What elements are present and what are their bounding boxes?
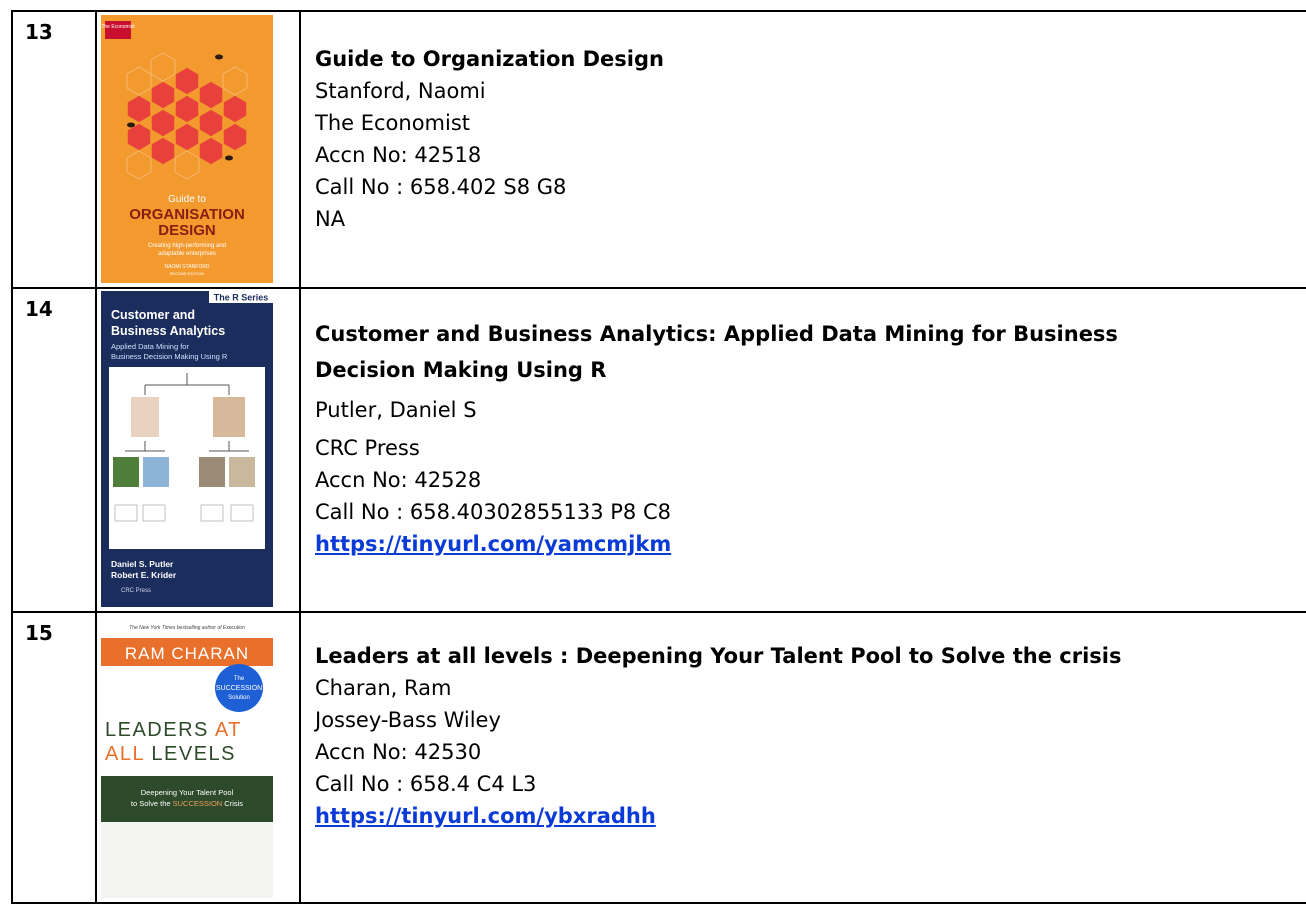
book-link[interactable]: https://tinyurl.com/ybxradhh	[315, 804, 656, 828]
cover-title1: LEADERS AT	[105, 719, 242, 741]
cover-title2: Business Analytics	[111, 324, 225, 338]
book-info-cell: Customer and Business Analytics: Applied…	[299, 287, 1306, 613]
book-cover-image: The New York Times bestselling author of…	[101, 616, 273, 902]
cover-edition: SECOND EDITION	[170, 271, 205, 276]
cover-title2: ALL LEVELS	[105, 743, 236, 765]
book-title-line1: Customer and Business Analytics: Applied…	[315, 322, 1118, 346]
cover-subtitle1: Creating high-performing and	[148, 243, 226, 249]
cover-sub2: Business Decision Making Using R	[111, 352, 228, 361]
accession-number: Accn No: 42528	[315, 468, 482, 492]
cover-tagline: The New York Times bestselling author of…	[129, 625, 245, 631]
cover-line3: DESIGN	[158, 222, 216, 239]
cover-press: CRC Press	[121, 588, 151, 594]
cover-badge3: Solution	[228, 695, 250, 701]
cover-sub2: to Solve the SUCCESSION Crisis	[131, 799, 243, 808]
cover-line1: Guide to	[168, 194, 206, 205]
book-author: Charan, Ram	[315, 676, 452, 700]
cover-cell: The R Series Customer and Business Analy…	[95, 287, 301, 613]
book-info-cell: Leaders at all levels : Deepening Your T…	[299, 611, 1306, 904]
cover-cell: The New York Times bestselling author of…	[95, 611, 301, 904]
leaders-cover-art: The New York Times bestselling author of…	[101, 616, 273, 898]
book-title-line2: Decision Making Using R	[315, 358, 607, 382]
book-publisher: The Economist	[315, 111, 471, 135]
call-number: Call No : 658.40302855133 P8 C8	[315, 500, 671, 524]
cover-author: NAOMI STANFORD	[165, 264, 210, 270]
cover-title1: Customer and	[111, 308, 195, 322]
economist-cover-art: The Economist Guide to ORGANISATION DESI…	[101, 15, 273, 283]
cover-sub1: Applied Data Mining for	[111, 342, 189, 351]
row-number-cell: 13	[11, 10, 97, 289]
book-author: Stanford, Naomi	[315, 79, 486, 103]
call-number: Call No : 658.402 S8 G8	[315, 175, 567, 199]
book-cover-image: The R Series Customer and Business Analy…	[101, 291, 273, 611]
table-row: 13 The Economist Guide to ORGANISATION D…	[11, 10, 1306, 289]
table-row: 15 The New York Times bestselling author…	[11, 611, 1306, 904]
row-number: 14	[25, 297, 53, 321]
cover-subtitle2: adaptable enterprises	[158, 251, 216, 257]
cover-brand: The Economist	[101, 24, 135, 30]
book-cover-image: The Economist Guide to ORGANISATION DESI…	[101, 15, 273, 287]
cover-badge2: SUCCESSION	[216, 685, 262, 692]
book-author: Putler, Daniel S	[315, 398, 477, 422]
table-row: 14 The R Series Customer and Business An…	[11, 287, 1306, 613]
cover-badge1: The	[234, 676, 245, 682]
crc-cover-art: The R Series Customer and Business Analy…	[101, 291, 273, 607]
cover-series: The R Series	[214, 293, 269, 303]
cover-author: RAM CHARAN	[125, 644, 249, 663]
book-publisher: Jossey-Bass Wiley	[315, 708, 501, 732]
book-title: Guide to Organization Design	[315, 47, 664, 71]
accession-number: Accn No: 42518	[315, 143, 482, 167]
book-link-na: NA	[315, 207, 346, 231]
accession-number: Accn No: 42530	[315, 740, 482, 764]
cover-sub1: Deepening Your Talent Pool	[141, 788, 234, 797]
book-link[interactable]: https://tinyurl.com/yamcmjkm	[315, 532, 671, 556]
book-publisher: CRC Press	[315, 436, 420, 460]
row-number: 15	[25, 621, 53, 645]
call-number: Call No : 658.4 C4 L3	[315, 772, 537, 796]
row-number-cell: 14	[11, 287, 97, 613]
cover-cell: The Economist Guide to ORGANISATION DESI…	[95, 10, 301, 289]
cover-line2: ORGANISATION	[129, 206, 245, 223]
book-list-table: 13 The Economist Guide to ORGANISATION D…	[11, 10, 1306, 904]
book-info-cell: Guide to Organization Design Stanford, N…	[299, 10, 1306, 289]
cover-author2: Robert E. Krider	[111, 570, 177, 580]
book-title: Leaders at all levels : Deepening Your T…	[315, 644, 1122, 668]
cover-author1: Daniel S. Putler	[111, 559, 174, 569]
row-number: 13	[25, 20, 53, 44]
row-number-cell: 15	[11, 611, 97, 904]
